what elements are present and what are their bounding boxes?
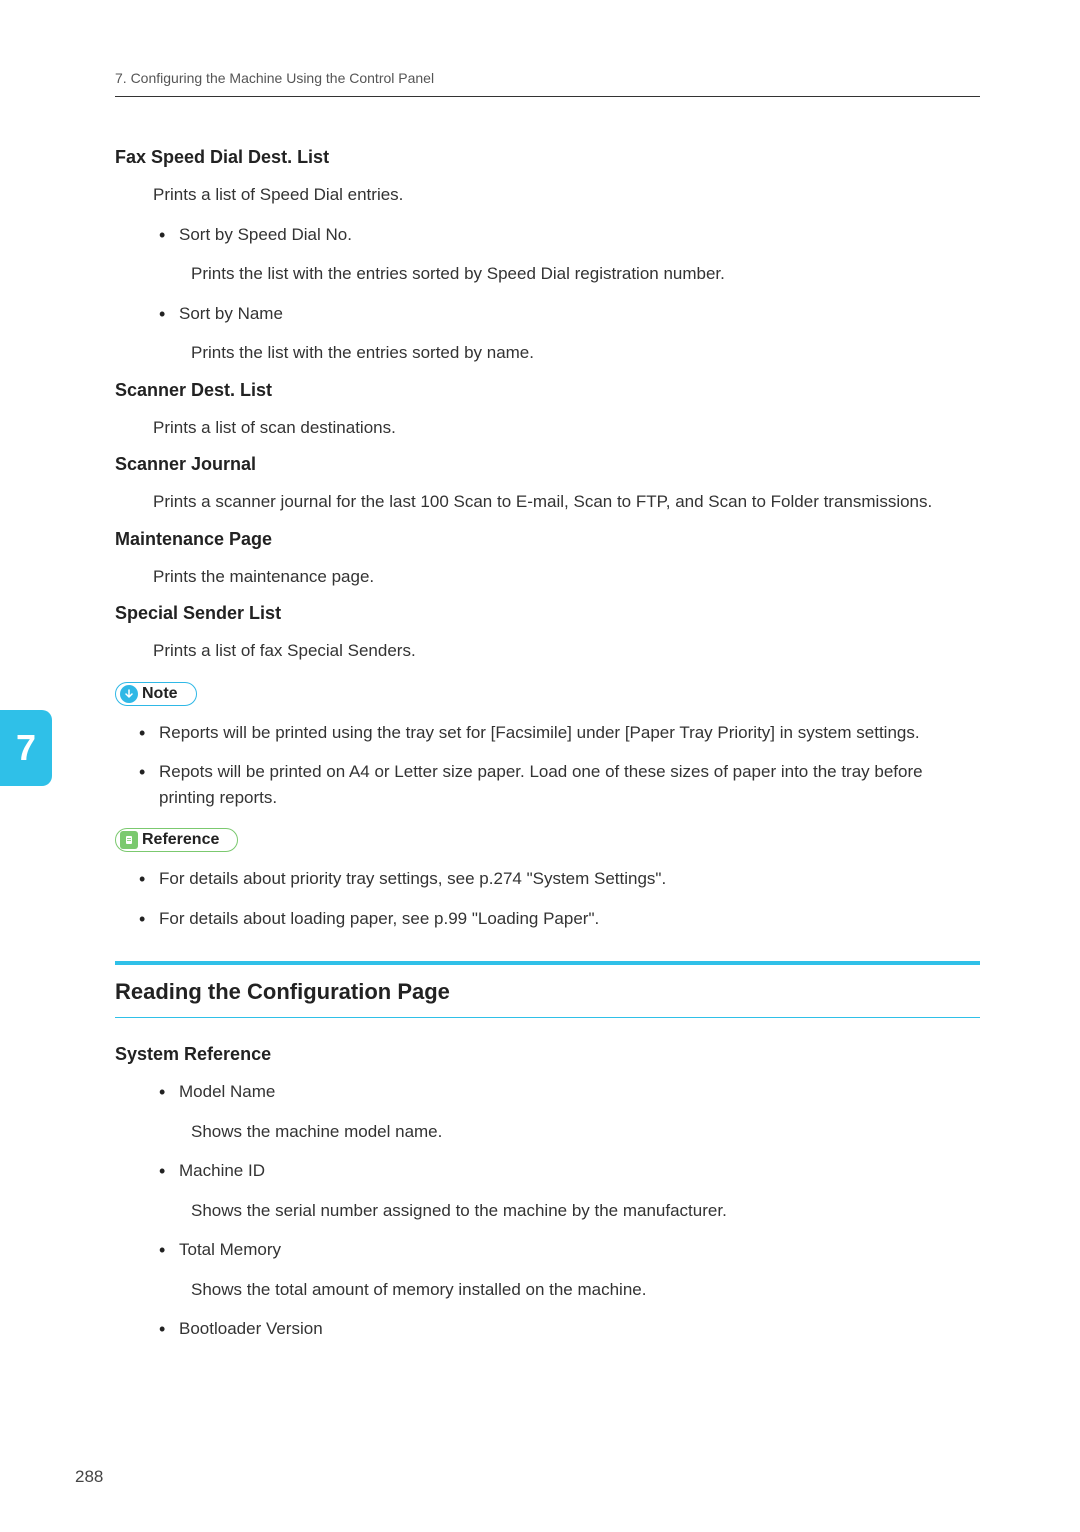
list-item: Bootloader Version [153,1316,980,1342]
list-item: Sort by Name [153,301,980,327]
section-title-fax-speed-dial: Fax Speed Dial Dest. List [115,147,980,168]
body-text: Prints the list with the entries sorted … [191,340,980,366]
list-item: Machine ID [153,1158,980,1184]
note-item: Repots will be printed on A4 or Letter s… [133,759,980,810]
list-item: Model Name [153,1079,980,1105]
h2-reading-config-page: Reading the Configuration Page [115,961,980,1018]
body-text: Shows the total amount of memory install… [191,1277,980,1303]
chapter-tab: 7 [0,710,52,786]
reference-item: For details about priority tray settings… [133,866,980,892]
list-item: Sort by Speed Dial No. [153,222,980,248]
section-title-scanner-dest: Scanner Dest. List [115,380,980,401]
body-text: Prints the list with the entries sorted … [191,261,980,287]
note-item: Reports will be printed using the tray s… [133,720,980,746]
body-text: Prints the maintenance page. [153,564,980,590]
body-text: Prints a scanner journal for the last 10… [153,489,980,515]
section-title-special-sender: Special Sender List [115,603,980,624]
reference-item: For details about loading paper, see p.9… [133,906,980,932]
body-text: Prints a list of scan destinations. [153,415,980,441]
reference-callout: Reference [115,828,238,852]
section-title-maintenance: Maintenance Page [115,529,980,550]
document-icon [120,831,138,849]
page-number: 288 [75,1467,103,1487]
body-text: Prints a list of fax Special Senders. [153,638,980,664]
note-callout: Note [115,682,197,706]
body-text: Shows the machine model name. [191,1119,980,1145]
body-text: Shows the serial number assigned to the … [191,1198,980,1224]
section-title-scanner-journal: Scanner Journal [115,454,980,475]
page-header-breadcrumb: 7. Configuring the Machine Using the Con… [115,70,980,97]
note-label-text: Note [142,685,178,703]
body-text: Prints a list of Speed Dial entries. [153,182,980,208]
section-title-system-reference: System Reference [115,1044,980,1065]
arrow-down-icon [120,685,138,703]
list-item: Total Memory [153,1237,980,1263]
reference-label-text: Reference [142,831,219,849]
